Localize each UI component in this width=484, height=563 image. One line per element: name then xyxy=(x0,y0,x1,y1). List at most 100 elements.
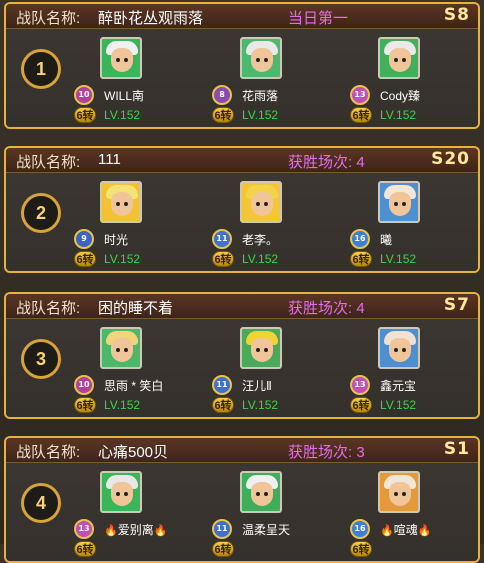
player-avatar[interactable] xyxy=(100,327,142,369)
player-level: LV.152 xyxy=(104,108,141,122)
rebirth-badge: 6转 xyxy=(212,107,234,123)
player-name-text: 汪儿Ⅱ xyxy=(242,379,272,393)
team-header: 战队名称: 111 获胜场次: 4 S20 xyxy=(6,148,478,173)
team-header: 战队名称: 困的睡不着 获胜场次: 4 S7 xyxy=(6,294,478,319)
team-member[interactable]: 13 Cody臻 6转 LV.152 xyxy=(350,29,484,127)
flame-icon: 🔥 xyxy=(417,525,432,537)
team-name: 醉卧花丛观雨落 xyxy=(98,10,204,27)
player-name: 温柔呈天 xyxy=(242,521,290,538)
team-member[interactable]: 9 时光 6转 LV.152 xyxy=(74,173,224,271)
rebirth-badge: 6转 xyxy=(350,397,372,413)
player-avatar[interactable] xyxy=(378,471,420,513)
season-tag: S7 xyxy=(443,295,470,315)
rank-emblem-icon: 10 xyxy=(74,375,94,395)
rank-emblem-icon: 13 xyxy=(74,519,94,539)
player-name-text: 花雨落 xyxy=(242,89,279,103)
rank-emblem-icon: 9 xyxy=(74,229,94,249)
team-member[interactable]: 11 温柔呈天 6转 xyxy=(212,463,362,561)
player-level: LV.152 xyxy=(104,252,141,266)
team-member[interactable]: 16 🔥喧魂🔥 6转 xyxy=(350,463,484,561)
player-name-text: 曦 xyxy=(380,233,393,247)
rebirth-badge: 6转 xyxy=(74,251,96,267)
player-name-text: 老李。 xyxy=(242,233,279,247)
player-name-text: 思雨 * 笑白 xyxy=(104,379,164,393)
player-level: LV.152 xyxy=(380,252,417,266)
team-name: 111 xyxy=(98,151,121,168)
player-level: LV.152 xyxy=(380,398,417,412)
season-tag: S1 xyxy=(443,439,470,459)
player-level: LV.152 xyxy=(380,108,417,122)
rebirth-badge: 6转 xyxy=(212,397,234,413)
rebirth-badge: 6转 xyxy=(74,107,96,123)
player-avatar[interactable] xyxy=(240,471,282,513)
team-member[interactable]: 13 鑫元宝 6转 LV.152 xyxy=(350,319,484,417)
team-card[interactable]: 战队名称: 醉卧花丛观雨落 当日第一 S8 1 10 WILL南 6转 LV.1… xyxy=(4,2,480,129)
player-name: 🔥喧魂🔥 xyxy=(380,521,431,538)
team-status: 获胜场次: 4 xyxy=(288,154,365,171)
team-member[interactable]: 10 WILL南 6转 LV.152 xyxy=(74,29,224,127)
rank-emblem-icon: 10 xyxy=(74,85,94,105)
player-avatar[interactable] xyxy=(240,327,282,369)
rank-badge: 3 xyxy=(21,339,61,379)
team-name: 困的睡不着 xyxy=(98,300,174,317)
season-tag: S20 xyxy=(431,149,470,169)
player-avatar[interactable] xyxy=(240,181,282,223)
rank-badge: 4 xyxy=(21,483,61,523)
player-avatar[interactable] xyxy=(240,37,282,79)
rebirth-badge: 6转 xyxy=(350,541,372,557)
player-avatar[interactable] xyxy=(100,181,142,223)
team-name-label: 战队名称: xyxy=(16,154,81,171)
player-name-text: WILL南 xyxy=(104,89,145,103)
team-name-label: 战队名称: xyxy=(16,10,81,27)
player-name: 汪儿Ⅱ xyxy=(242,377,272,394)
rank-emblem-icon: 11 xyxy=(212,229,232,249)
team-member[interactable]: 10 思雨 * 笑白 6转 LV.152 xyxy=(74,319,224,417)
player-name-text: Cody臻 xyxy=(380,89,421,103)
player-name: 曦 xyxy=(380,231,392,248)
rank-emblem-icon: 13 xyxy=(350,85,370,105)
team-status: 当日第一 xyxy=(288,10,349,27)
rank-emblem-icon: 16 xyxy=(350,519,370,539)
player-name: 时光 xyxy=(104,231,128,248)
player-avatar[interactable] xyxy=(378,37,420,79)
team-card[interactable]: 战队名称: 困的睡不着 获胜场次: 4 S7 3 10 思雨 * 笑白 6转 L… xyxy=(4,292,480,419)
player-level: LV.152 xyxy=(104,398,141,412)
rank-badge: 2 xyxy=(21,193,61,233)
player-avatar[interactable] xyxy=(100,471,142,513)
player-level: LV.152 xyxy=(242,252,279,266)
rebirth-badge: 6转 xyxy=(212,251,234,267)
team-member[interactable]: 11 汪儿Ⅱ 6转 LV.152 xyxy=(212,319,362,417)
rebirth-badge: 6转 xyxy=(350,107,372,123)
flame-icon: 🔥 xyxy=(380,525,394,537)
team-member[interactable]: 16 曦 6转 LV.152 xyxy=(350,173,484,271)
team-body: 2 9 时光 6转 LV.152 11 老李。 6转 LV.152 16 曦 6… xyxy=(6,173,478,271)
team-member[interactable]: 8 花雨落 6转 LV.152 xyxy=(212,29,362,127)
flame-icon: 🔥 xyxy=(104,525,118,537)
rebirth-badge: 6转 xyxy=(212,541,234,557)
player-name: 老李。 xyxy=(242,231,278,248)
player-level: LV.152 xyxy=(242,108,279,122)
rebirth-badge: 6转 xyxy=(74,541,96,557)
player-avatar[interactable] xyxy=(378,327,420,369)
player-name: 花雨落 xyxy=(242,87,278,104)
team-body: 1 10 WILL南 6转 LV.152 8 花雨落 6转 LV.152 13 … xyxy=(6,29,478,127)
team-header: 战队名称: 心痛500贝 获胜场次: 3 S1 xyxy=(6,438,478,463)
team-card[interactable]: 战队名称: 111 获胜场次: 4 S20 2 9 时光 6转 LV.152 1… xyxy=(4,146,480,273)
player-avatar[interactable] xyxy=(100,37,142,79)
team-member[interactable]: 13 🔥爱别离🔥 6转 xyxy=(74,463,224,561)
player-name-text: 时光 xyxy=(104,233,129,247)
rank-emblem-icon: 8 xyxy=(212,85,232,105)
team-member[interactable]: 11 老李。 6转 LV.152 xyxy=(212,173,362,271)
player-name-text: 喧魂 xyxy=(393,523,418,537)
rebirth-badge: 6转 xyxy=(350,251,372,267)
rank-emblem-icon: 11 xyxy=(212,375,232,395)
team-status: 获胜场次: 4 xyxy=(288,300,365,317)
team-name: 心痛500贝 xyxy=(98,444,169,461)
team-body: 3 10 思雨 * 笑白 6转 LV.152 11 汪儿Ⅱ 6转 LV.152 xyxy=(6,319,478,417)
player-avatar[interactable] xyxy=(378,181,420,223)
rank-emblem-icon: 11 xyxy=(212,519,232,539)
team-name-label: 战队名称: xyxy=(16,444,81,461)
player-name: 鑫元宝 xyxy=(380,377,416,394)
season-tag: S8 xyxy=(443,5,470,25)
team-body: 4 13 🔥爱别离🔥 6转 11 温柔呈天 6转 16 🔥喧魂🔥 6转 xyxy=(6,463,478,561)
